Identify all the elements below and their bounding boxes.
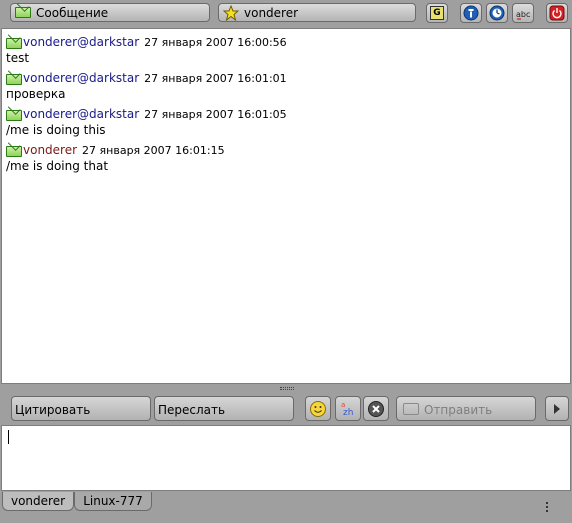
message-type-label: Сообщение <box>36 5 109 20</box>
envelope-icon <box>6 146 22 157</box>
close-window-button[interactable] <box>546 3 568 23</box>
quote-label: Цитировать <box>15 403 91 417</box>
message-nick: vonderer@darkstar <box>23 71 140 85</box>
translate-button[interactable]: a zh <box>335 396 361 421</box>
message-nick: vonderer@darkstar <box>23 35 140 49</box>
resize-grip[interactable] <box>546 502 548 514</box>
message-text: /me is doing this <box>6 123 106 137</box>
svg-text:abc: abc <box>516 10 530 19</box>
clear-button[interactable] <box>363 396 389 421</box>
spellcheck-button[interactable]: abc <box>512 3 534 23</box>
send-label: Отправить <box>424 403 493 417</box>
tab-label: Linux-777 <box>83 494 143 508</box>
splitter-handle[interactable] <box>280 387 294 390</box>
history-button[interactable] <box>486 3 508 23</box>
envelope-icon <box>6 110 22 121</box>
message-timestamp: 27 января 2007 16:01:15 <box>82 144 225 157</box>
arrow-right-icon <box>554 403 560 414</box>
message-text: /me is doing that <box>6 159 109 173</box>
tab-label: vonderer <box>10 494 66 508</box>
message-timestamp: 27 января 2007 16:01:01 <box>144 72 287 85</box>
log-message: vonderer 27 января 2007 16:01:15 /me is … <box>6 139 570 175</box>
chat-log[interactable]: vonderer@darkstar 27 января 2007 16:00:5… <box>1 28 571 384</box>
log-message: vonderer@darkstar 27 января 2007 16:00:5… <box>6 31 570 67</box>
spellcheck-icon: abc <box>516 10 530 20</box>
envelope-icon <box>6 74 22 85</box>
envelope-icon <box>6 38 22 49</box>
quote-button[interactable]: Цитировать <box>11 396 151 421</box>
clock-icon <box>489 5 505 21</box>
message-text: test <box>6 51 30 65</box>
message-nick: vonderer@darkstar <box>23 107 140 121</box>
gpg-icon: G <box>430 6 444 20</box>
message-timestamp: 27 января 2007 16:00:56 <box>144 36 287 49</box>
smiley-icon <box>310 400 326 417</box>
send-icon <box>403 403 419 415</box>
message-text: проверка <box>6 87 66 101</box>
info-icon <box>463 5 479 21</box>
contact-button[interactable]: vonderer <box>218 3 416 22</box>
more-options-button[interactable] <box>545 396 569 421</box>
svg-text:zh: zh <box>343 408 353 418</box>
tab-linux-777[interactable]: Linux-777 <box>74 492 152 511</box>
log-message: vonderer@darkstar 27 января 2007 16:01:0… <box>6 67 570 103</box>
tab-vonderer[interactable]: vonderer <box>2 492 74 511</box>
text-caret <box>8 430 9 444</box>
contact-label: vonderer <box>244 5 299 20</box>
message-input[interactable] <box>1 425 571 491</box>
envelope-icon <box>15 7 31 18</box>
forward-button[interactable]: Переслать <box>154 396 294 421</box>
power-icon <box>549 5 565 21</box>
log-message: vonderer@darkstar 27 января 2007 16:01:0… <box>6 103 570 139</box>
star-icon <box>223 4 239 21</box>
message-timestamp: 27 января 2007 16:01:05 <box>144 108 287 121</box>
message-nick: vonderer <box>23 143 78 157</box>
emoticon-button[interactable] <box>305 396 331 421</box>
send-button[interactable]: Отправить <box>396 396 536 421</box>
translate-icon: azh <box>341 401 353 418</box>
forward-label: Переслать <box>158 403 226 417</box>
gpg-button[interactable]: G <box>426 3 448 23</box>
info-button[interactable] <box>460 3 482 23</box>
clear-icon <box>368 400 384 417</box>
message-type-button[interactable]: Сообщение <box>10 3 210 22</box>
